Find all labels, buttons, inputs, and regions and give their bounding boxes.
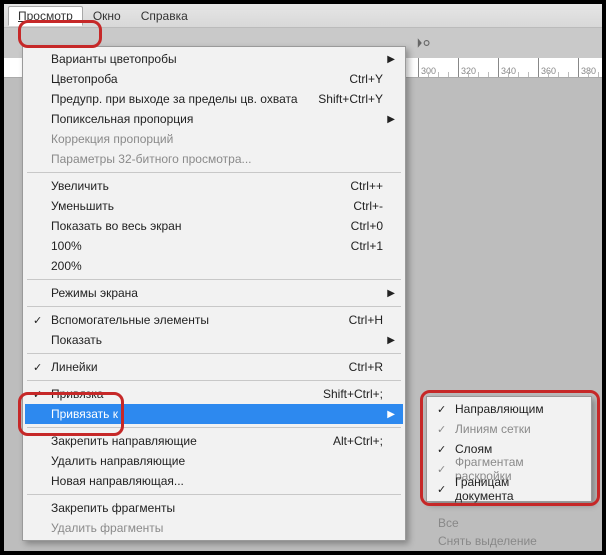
check-icon: ✓ [437, 443, 446, 456]
separator [27, 353, 401, 354]
view-menu-dropdown: Варианты цветопробы▶ ЦветопробаCtrl+Y Пр… [22, 46, 406, 541]
mi-proof-setup[interactable]: Варианты цветопробы▶ [25, 49, 403, 69]
menu-view[interactable]: Просмотр [8, 6, 83, 26]
mi-200[interactable]: 200% [25, 256, 403, 276]
mi-snap-to[interactable]: Привязать к▶ [25, 404, 403, 424]
chevron-right-icon: ▶ [387, 409, 395, 420]
smi-guides[interactable]: ✓Направляющим [429, 399, 589, 419]
chevron-right-icon: ▶ [387, 288, 395, 299]
chevron-right-icon: ▶ [387, 335, 395, 346]
mi-zoom-in[interactable]: УвеличитьCtrl++ [25, 176, 403, 196]
separator [27, 494, 401, 495]
playback-icon[interactable] [410, 32, 440, 54]
check-icon: ✓ [437, 463, 446, 476]
smi-grid: ✓Линиям сетки [429, 419, 589, 439]
separator [27, 380, 401, 381]
snap-to-submenu: ✓Направляющим ✓Линиям сетки ✓Слоям ✓Фраг… [426, 396, 592, 502]
check-icon: ✓ [437, 423, 446, 436]
mi-aspect-correction: Коррекция пропорций [25, 129, 403, 149]
check-icon: ✓ [33, 388, 42, 401]
mi-clear-slices: Удалить фрагменты [25, 518, 403, 538]
separator [27, 279, 401, 280]
mi-100[interactable]: 100%Ctrl+1 [25, 236, 403, 256]
mi-proof-colors[interactable]: ЦветопробаCtrl+Y [25, 69, 403, 89]
check-icon: ✓ [33, 361, 42, 374]
smi-doc-bounds[interactable]: ✓Границам документа [429, 479, 589, 499]
check-icon: ✓ [33, 314, 42, 327]
mi-pixel-aspect[interactable]: Попиксельная пропорция▶ [25, 109, 403, 129]
mi-extras[interactable]: ✓Вспомогательные элементыCtrl+H [25, 310, 403, 330]
mi-clear-guides[interactable]: Удалить направляющие [25, 451, 403, 471]
separator [27, 172, 401, 173]
mi-show[interactable]: Показать▶ [25, 330, 403, 350]
chevron-right-icon: ▶ [387, 114, 395, 125]
chevron-right-icon: ▶ [387, 54, 395, 65]
mi-rulers[interactable]: ✓ЛинейкиCtrl+R [25, 357, 403, 377]
separator [27, 427, 401, 428]
mi-snap[interactable]: ✓ПривязкаShift+Ctrl+; [25, 384, 403, 404]
submenu-overflow: Все Снять выделение [438, 516, 537, 552]
mi-32bit-preview: Параметры 32-битного просмотра... [25, 149, 403, 169]
mi-new-guide[interactable]: Новая направляющая... [25, 471, 403, 491]
menu-help[interactable]: Справка [131, 6, 198, 26]
separator [27, 306, 401, 307]
mi-lock-slices[interactable]: Закрепить фрагменты [25, 498, 403, 518]
mi-gamut-warning[interactable]: Предупр. при выходе за пределы цв. охват… [25, 89, 403, 109]
check-icon: ✓ [437, 483, 446, 496]
check-icon: ✓ [437, 403, 446, 416]
menu-window[interactable]: Окно [83, 6, 131, 26]
mi-zoom-out[interactable]: УменьшитьCtrl+- [25, 196, 403, 216]
menubar: Просмотр Окно Справка [4, 4, 602, 28]
mi-fit-screen[interactable]: Показать во весь экранCtrl+0 [25, 216, 403, 236]
mi-screen-modes[interactable]: Режимы экрана▶ [25, 283, 403, 303]
mi-lock-guides[interactable]: Закрепить направляющиеAlt+Ctrl+; [25, 431, 403, 451]
